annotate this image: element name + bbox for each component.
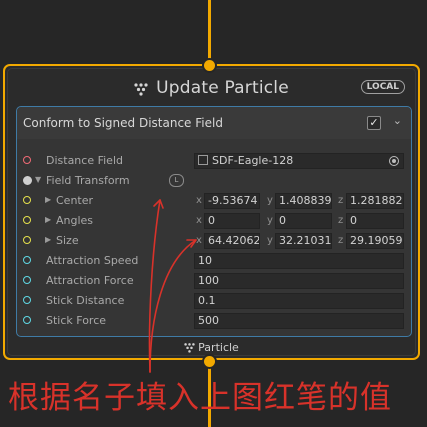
annotation-arrow-size (149, 239, 197, 373)
red-pen-annotation-text: 根据名子填入上图红笔的值 (8, 380, 392, 416)
red-pen-annotation-arrows (148, 199, 197, 373)
